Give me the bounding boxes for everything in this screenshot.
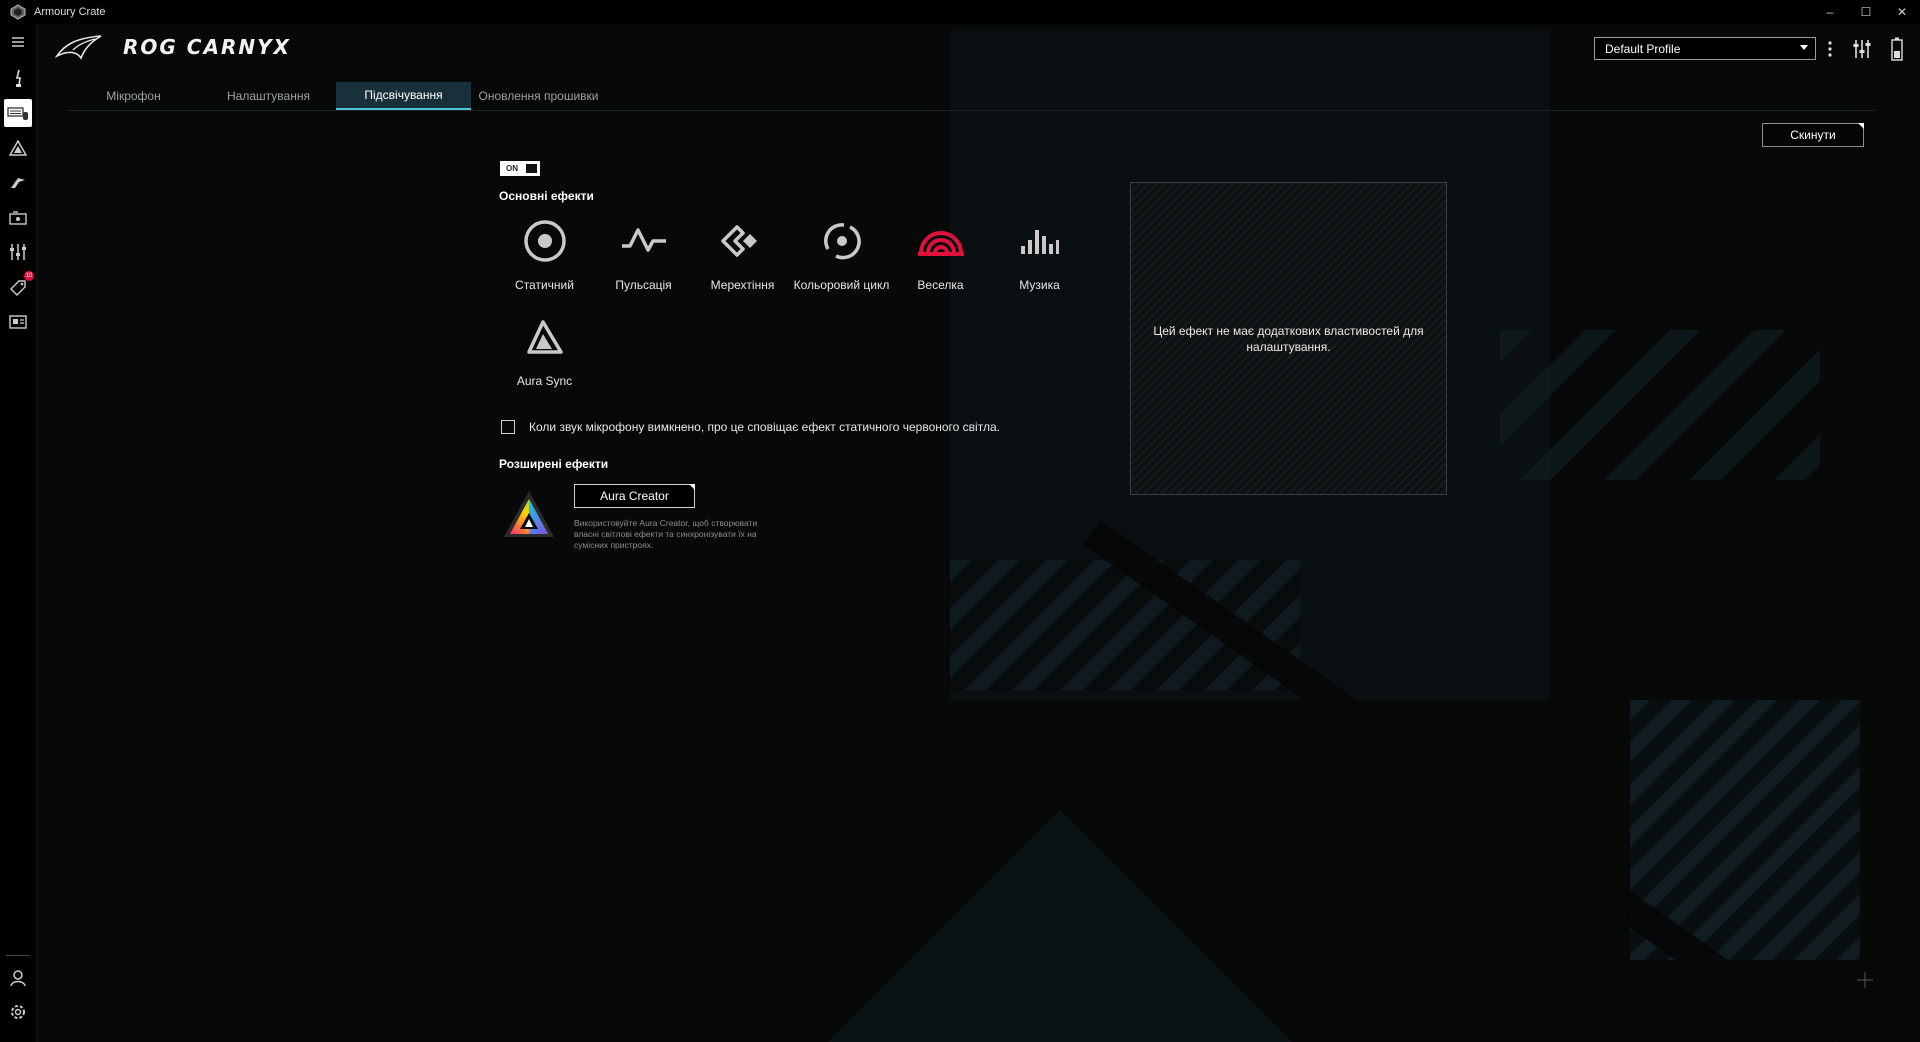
deals-tag-icon: [10, 280, 26, 296]
effect-label: Музика: [1019, 278, 1060, 292]
more-options-button[interactable]: [1824, 37, 1836, 61]
sidebar-item-aura[interactable]: [4, 134, 32, 162]
effect-label: Мерехтіння: [710, 278, 775, 292]
advanced-effects-title: Розширені ефекти: [499, 457, 609, 471]
tab-bar: Мікрофон Налаштування Підсвічування Онов…: [66, 82, 606, 110]
title-bar: Armoury Crate – ☐ ✕: [0, 0, 1920, 24]
reset-button-label: Скинути: [1790, 128, 1836, 142]
settings-sliders-icon: [10, 244, 26, 260]
settings-sliders-icon: [1853, 40, 1871, 58]
device-title: ROG CARNYX: [123, 35, 291, 59]
battery-icon: [1891, 37, 1903, 61]
sidebar-divider: [6, 955, 30, 956]
menu-icon: [12, 37, 24, 47]
effect-label: Кольоровий цикл: [793, 278, 890, 292]
effect-properties-message: Цей ефект не має додаткових властивостей…: [1153, 323, 1424, 354]
background-decoration: [0, 0, 1920, 1042]
static-icon: [523, 220, 566, 262]
keyboard-mouse-icon: [7, 107, 28, 120]
rainbow-icon: [917, 231, 964, 256]
sidebar-item-news[interactable]: [4, 308, 32, 336]
mute-indicator-label: Коли звук мікрофону вимкнено, про це спо…: [529, 420, 1000, 434]
effect-label: Aura Sync: [516, 374, 573, 388]
sidebar-item-settings[interactable]: [4, 998, 32, 1026]
equalizer-settings-button[interactable]: [1851, 37, 1873, 61]
sidebar-item-gamevisual[interactable]: [4, 204, 32, 232]
breathing-icon: [621, 228, 666, 252]
strobing-icon: [720, 225, 757, 257]
device-status-button[interactable]: [1889, 37, 1905, 61]
corner-accent: [1858, 123, 1864, 129]
effect-label: Пульсація: [615, 278, 672, 292]
sidebar-item-device-mic[interactable]: [4, 64, 32, 92]
sidebar-item-armoury[interactable]: [4, 169, 32, 197]
basic-effects-title: Основні ефекти: [499, 189, 594, 203]
gear-icon: [11, 1005, 25, 1019]
window-title: Armoury Crate: [34, 6, 106, 18]
mute-indicator-option: Коли звук мікрофону вимкнено, про це спо…: [501, 420, 1000, 434]
effect-label: Веселка: [917, 278, 964, 292]
gamevisual-icon: [9, 211, 27, 225]
device-microphone-icon: [15, 69, 21, 87]
mute-indicator-checkbox[interactable]: [501, 420, 515, 434]
news-icon: [9, 315, 27, 329]
effect-aura-sync[interactable]: Aura Sync: [495, 312, 594, 388]
toggle-state-label: ON: [506, 164, 518, 173]
effect-breathing[interactable]: Пульсація: [594, 216, 693, 292]
rog-logo-icon: [55, 35, 102, 60]
chevron-down-icon: [1800, 45, 1808, 50]
sidebar-item-user[interactable]: [4, 964, 32, 992]
profile-selected-value: Default Profile: [1605, 41, 1681, 56]
music-icon: [1020, 230, 1059, 254]
lighting-toggle[interactable]: ON: [500, 161, 540, 176]
tab-lighting[interactable]: Підсвічування: [336, 82, 471, 110]
aura-creator-logo-icon: [504, 491, 554, 537]
device-brand: ROG CARNYX: [55, 34, 291, 60]
notification-badge: 10: [24, 271, 34, 281]
more-vertical-icon: [1828, 41, 1832, 57]
user-icon: [10, 970, 26, 987]
effect-strobing[interactable]: Мерехтіння: [693, 216, 792, 292]
crosshair-decoration-icon: [1857, 972, 1873, 988]
minimize-button[interactable]: –: [1812, 0, 1848, 24]
sidebar: 10: [0, 24, 37, 1042]
menu-button[interactable]: [4, 28, 32, 56]
aura-icon: [9, 140, 27, 156]
effect-rainbow[interactable]: Веселка: [891, 216, 990, 292]
corner-accent: [689, 484, 695, 490]
effect-static[interactable]: Статичний: [495, 216, 594, 292]
app-logo-icon: [10, 4, 26, 20]
aura-creator-description: Використовуйте Aura Creator, щоб створюв…: [574, 518, 758, 550]
effect-properties-panel: Цей ефект не має додаткових властивостей…: [1130, 182, 1447, 495]
effect-label: Статичний: [515, 278, 574, 292]
aura-sync-icon: [526, 320, 563, 354]
effect-color-cycle[interactable]: Кольоровий цикл: [792, 216, 891, 292]
toggle-knob: [526, 164, 537, 173]
tab-microphone[interactable]: Мікрофон: [66, 82, 201, 110]
sidebar-item-settings-sliders[interactable]: [4, 238, 32, 266]
profile-dropdown[interactable]: Default Profile: [1594, 37, 1816, 60]
tab-divider: [66, 110, 1876, 111]
reset-button[interactable]: Скинути: [1762, 123, 1864, 147]
tab-settings[interactable]: Налаштування: [201, 82, 336, 110]
aura-creator-button[interactable]: Aura Creator: [574, 484, 695, 508]
maximize-button[interactable]: ☐: [1848, 0, 1884, 24]
aura-creator-button-label: Aura Creator: [600, 489, 669, 503]
effect-music[interactable]: Музика: [990, 216, 1089, 292]
sidebar-item-devices[interactable]: [4, 99, 32, 127]
close-button[interactable]: ✕: [1884, 0, 1920, 24]
color-cycle-icon: [823, 223, 861, 260]
armoury-game-icon: [11, 178, 25, 188]
sidebar-item-deals[interactable]: 10: [4, 271, 34, 302]
tab-firmware-update[interactable]: Оновлення прошивки: [471, 82, 606, 110]
